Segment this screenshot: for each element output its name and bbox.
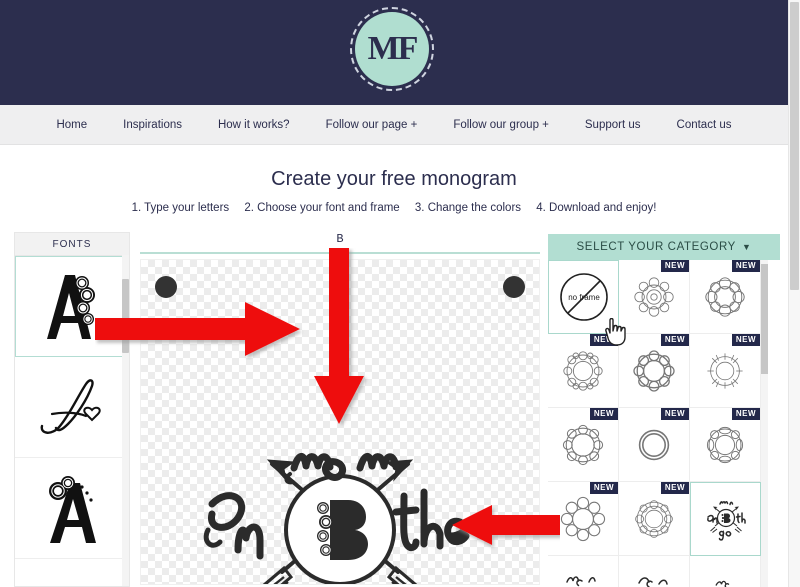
new-badge: NEW (660, 334, 689, 346)
nav-item-home[interactable]: Home (56, 119, 87, 131)
wreath-starburst-icon (707, 352, 743, 389)
nav-item-how-it-works[interactable]: How it works? (218, 119, 290, 131)
canvas-divider (140, 252, 540, 254)
frame-cell-word-frame-3[interactable] (690, 556, 761, 587)
new-badge: NEW (731, 334, 760, 346)
word-frame-1-icon (566, 575, 596, 587)
nav-item-support-us[interactable]: Support us (585, 119, 641, 131)
wreath-round-open-icon (705, 276, 745, 317)
wreath-thin-ring-icon (638, 429, 670, 460)
fonts-scrollbar-thumb[interactable] (122, 279, 129, 353)
canvas-handle-right[interactable] (503, 276, 525, 298)
frames-grid: no frame NEW NEW NEW NEW NEW NEW NEW NEW… (548, 260, 761, 587)
new-badge: NEW (731, 260, 760, 272)
frame-cell-mom-on-the-go[interactable] (690, 482, 761, 556)
word-frame-2-icon (638, 576, 668, 587)
no-frame-label: no frame (568, 293, 600, 302)
chevron-down-icon: ▼ (741, 242, 752, 252)
wreath-twisted-icon (562, 424, 604, 465)
new-badge: NEW (660, 260, 689, 272)
wreath-scallop-icon (633, 349, 675, 392)
font-preview-a-script-icon (40, 379, 101, 434)
font-preview-a-rose-icon (49, 476, 96, 543)
wreath-beaded-icon (563, 350, 603, 391)
nav-item-inspirations[interactable]: Inspirations (123, 119, 182, 131)
new-badge: NEW (589, 408, 618, 420)
fonts-scrollbar-track[interactable] (122, 255, 129, 586)
wreath-bubbles-icon (560, 496, 606, 541)
monogram-canvas-column: B (140, 232, 540, 587)
page-scrollbar-track[interactable] (788, 0, 800, 587)
frames-scrollbar-thumb[interactable] (761, 264, 768, 374)
main-navigation: Home Inspirations How it works? Follow o… (0, 105, 788, 145)
frame-cell-wreath-scallop[interactable]: NEW (619, 334, 690, 408)
mom-on-the-go-frame-icon (706, 501, 746, 541)
new-badge: NEW (660, 408, 689, 420)
logo-monogram-text: MF (367, 30, 419, 67)
frame-cell-wreath-floral-dense[interactable]: NEW (619, 260, 690, 334)
frame-cell-word-frame-2[interactable] (619, 556, 690, 587)
fonts-list (15, 256, 129, 586)
word-frame-3-icon (715, 580, 730, 587)
step-1: 1. Type your letters (131, 202, 230, 214)
fonts-panel-header: FONTS (15, 233, 129, 256)
site-logo[interactable]: MF (350, 7, 438, 95)
steps-list: 1. Type your letters 2. Choose your font… (0, 202, 788, 214)
wreath-leafy-icon (706, 426, 744, 463)
new-badge: NEW (731, 408, 760, 420)
frame-cell-wreath-leafy[interactable]: NEW (690, 408, 761, 482)
nav-item-follow-our-page[interactable]: Follow our page + (326, 119, 418, 131)
nav-item-follow-our-group[interactable]: Follow our group + (453, 119, 549, 131)
monogram-canvas[interactable] (140, 259, 540, 585)
canvas-letters-label: B (336, 232, 344, 246)
new-badge: NEW (660, 482, 689, 494)
frame-cell-wreath-twisted[interactable]: NEW (548, 408, 619, 482)
frame-cell-wreath-round-open[interactable]: NEW (690, 260, 761, 334)
new-badge: NEW (589, 334, 618, 346)
step-2: 2. Choose your font and frame (244, 202, 400, 214)
new-badge: NEW (589, 482, 618, 494)
frame-cell-wreath-beaded[interactable]: NEW (548, 334, 619, 408)
frame-cell-wreath-thin-ring[interactable]: NEW (619, 408, 690, 482)
step-3: 3. Change the colors (414, 202, 522, 214)
frame-cell-word-frame-1[interactable] (548, 556, 619, 587)
font-preview-a-floral-icon (47, 274, 95, 339)
wreath-floral-dense-icon (634, 276, 674, 317)
wreath-lace-icon (635, 499, 673, 538)
select-category-label: SELECT YOUR CATEGORY (576, 241, 736, 253)
site-header: MF (0, 0, 788, 105)
select-category-dropdown[interactable]: SELECT YOUR CATEGORY ▼ (548, 234, 780, 260)
title-block: Create your free monogram 1. Type your l… (0, 146, 788, 214)
step-4: 4. Download and enjoy! (536, 202, 657, 214)
frame-cell-wreath-lace[interactable]: NEW (619, 482, 690, 556)
frame-cell-wreath-starburst[interactable]: NEW (690, 334, 761, 408)
page-title: Create your free monogram (271, 168, 517, 190)
font-option-floral-serif[interactable] (15, 256, 129, 357)
font-option-rose-block[interactable] (15, 458, 129, 559)
frame-cell-no-frame[interactable]: no frame (548, 260, 619, 334)
canvas-handle-left[interactable] (155, 276, 177, 298)
font-option-script-heart[interactable] (15, 357, 129, 458)
monogram-artwork (203, 453, 470, 584)
fonts-panel: FONTS (14, 232, 130, 587)
nav-item-contact-us[interactable]: Contact us (677, 119, 732, 131)
frame-cell-wreath-bubbles[interactable]: NEW (548, 482, 619, 556)
logo-circle: MF (355, 12, 429, 86)
no-frame-icon: no frame (559, 273, 608, 321)
frames-panel: SELECT YOUR CATEGORY ▼ no frame NEW NEW … (548, 234, 780, 587)
page-scrollbar-thumb[interactable] (790, 2, 799, 290)
